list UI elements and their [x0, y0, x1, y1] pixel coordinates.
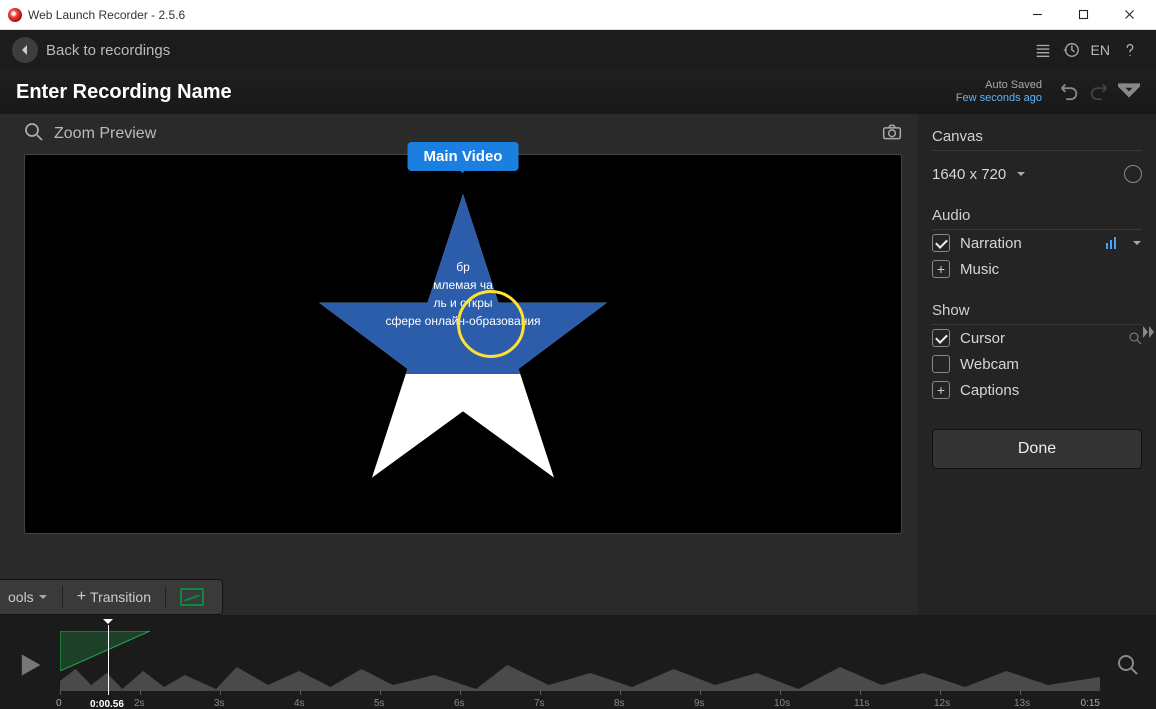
- zoom-preview-label[interactable]: Zoom Preview: [54, 125, 156, 143]
- close-button[interactable]: [1106, 0, 1152, 30]
- back-to-recordings-button[interactable]: Back to recordings: [12, 37, 170, 63]
- back-label: Back to recordings: [46, 42, 170, 59]
- narration-label: Narration: [960, 235, 1022, 252]
- webcam-label: Webcam: [960, 356, 1019, 373]
- timeline-end-label: 0:15: [1081, 698, 1100, 709]
- canvas-size-dropdown[interactable]: 1640 x 720: [932, 166, 1026, 183]
- playhead[interactable]: 0:00.56: [108, 625, 109, 695]
- screenshot-button[interactable]: [882, 122, 902, 147]
- done-button[interactable]: Done: [932, 429, 1142, 469]
- collapse-panel-button[interactable]: [1140, 324, 1156, 345]
- maximize-button[interactable]: [1060, 0, 1106, 30]
- back-arrow-icon: [12, 37, 38, 63]
- history-icon[interactable]: [1057, 41, 1085, 59]
- video-preview[interactable]: бр млемая ча ль и откры сфере онлайн-обр…: [24, 154, 902, 534]
- add-captions-button[interactable]: +: [932, 381, 950, 399]
- timeline-area: 0:00.56 2s 3s 4s 5s 6s 7s 8s 9s 10s 11s …: [0, 615, 1156, 709]
- layers-icon[interactable]: [1029, 41, 1057, 59]
- narration-dropdown[interactable]: [1132, 235, 1142, 252]
- namebar: Enter Recording Name Auto Saved Few seco…: [0, 70, 1156, 114]
- properties-panel: Canvas 1640 x 720 Audio Narration: [918, 114, 1156, 615]
- audio-section-title: Audio: [932, 207, 1142, 230]
- narration-checkbox[interactable]: [932, 234, 950, 252]
- window-title: Web Launch Recorder - 2.5.6: [28, 8, 185, 22]
- language-button[interactable]: EN: [1085, 42, 1116, 58]
- disable-track-button[interactable]: [172, 580, 212, 614]
- timeline-zoom-button[interactable]: [1110, 621, 1146, 709]
- disabled-track-icon: [180, 588, 204, 606]
- undo-button[interactable]: [1058, 79, 1080, 106]
- canvas-section-title: Canvas: [932, 128, 1142, 151]
- audio-level-icon: [1106, 237, 1118, 249]
- redo-button[interactable]: [1088, 79, 1110, 106]
- tools-dropdown[interactable]: ools: [0, 580, 56, 614]
- cursor-checkbox[interactable]: [932, 329, 950, 347]
- titlebar: Web Launch Recorder - 2.5.6: [0, 0, 1156, 30]
- timeline-track[interactable]: 0:00.56 2s 3s 4s 5s 6s 7s 8s 9s 10s 11s …: [60, 621, 1100, 709]
- minimize-button[interactable]: [1014, 0, 1060, 30]
- music-label: Music: [960, 261, 999, 278]
- timeline-start-label: 0: [56, 698, 62, 709]
- chevron-down-icon: [1016, 166, 1026, 183]
- help-icon[interactable]: [1116, 41, 1144, 59]
- cursor-label: Cursor: [960, 330, 1005, 347]
- record-icon[interactable]: [1124, 165, 1142, 183]
- webcam-checkbox[interactable]: [932, 355, 950, 373]
- main-video-badge: Main Video: [408, 142, 519, 171]
- search-icon: [24, 122, 44, 147]
- cursor-highlight-icon: [457, 290, 525, 358]
- app-icon: [8, 8, 22, 22]
- timeline-toolbar: ools +Transition: [0, 579, 223, 615]
- history-dropdown[interactable]: [1118, 79, 1140, 106]
- captions-label: Captions: [960, 382, 1019, 399]
- preview-pane: Zoom Preview Main Video бр млемая ча ль …: [0, 114, 918, 615]
- play-button[interactable]: [10, 621, 50, 709]
- recording-name-input[interactable]: Enter Recording Name: [16, 81, 232, 104]
- audio-waveform: [60, 651, 1100, 691]
- app-topbar: Back to recordings EN: [0, 30, 1156, 70]
- add-music-button[interactable]: +: [932, 260, 950, 278]
- add-transition-button[interactable]: +Transition: [69, 580, 159, 614]
- autosave-status: Auto Saved Few seconds ago: [956, 79, 1042, 105]
- timeline-ticks: 2s 3s 4s 5s 6s 7s 8s 9s 10s 11s 12s 13s: [60, 693, 1100, 709]
- show-section-title: Show: [932, 302, 1142, 325]
